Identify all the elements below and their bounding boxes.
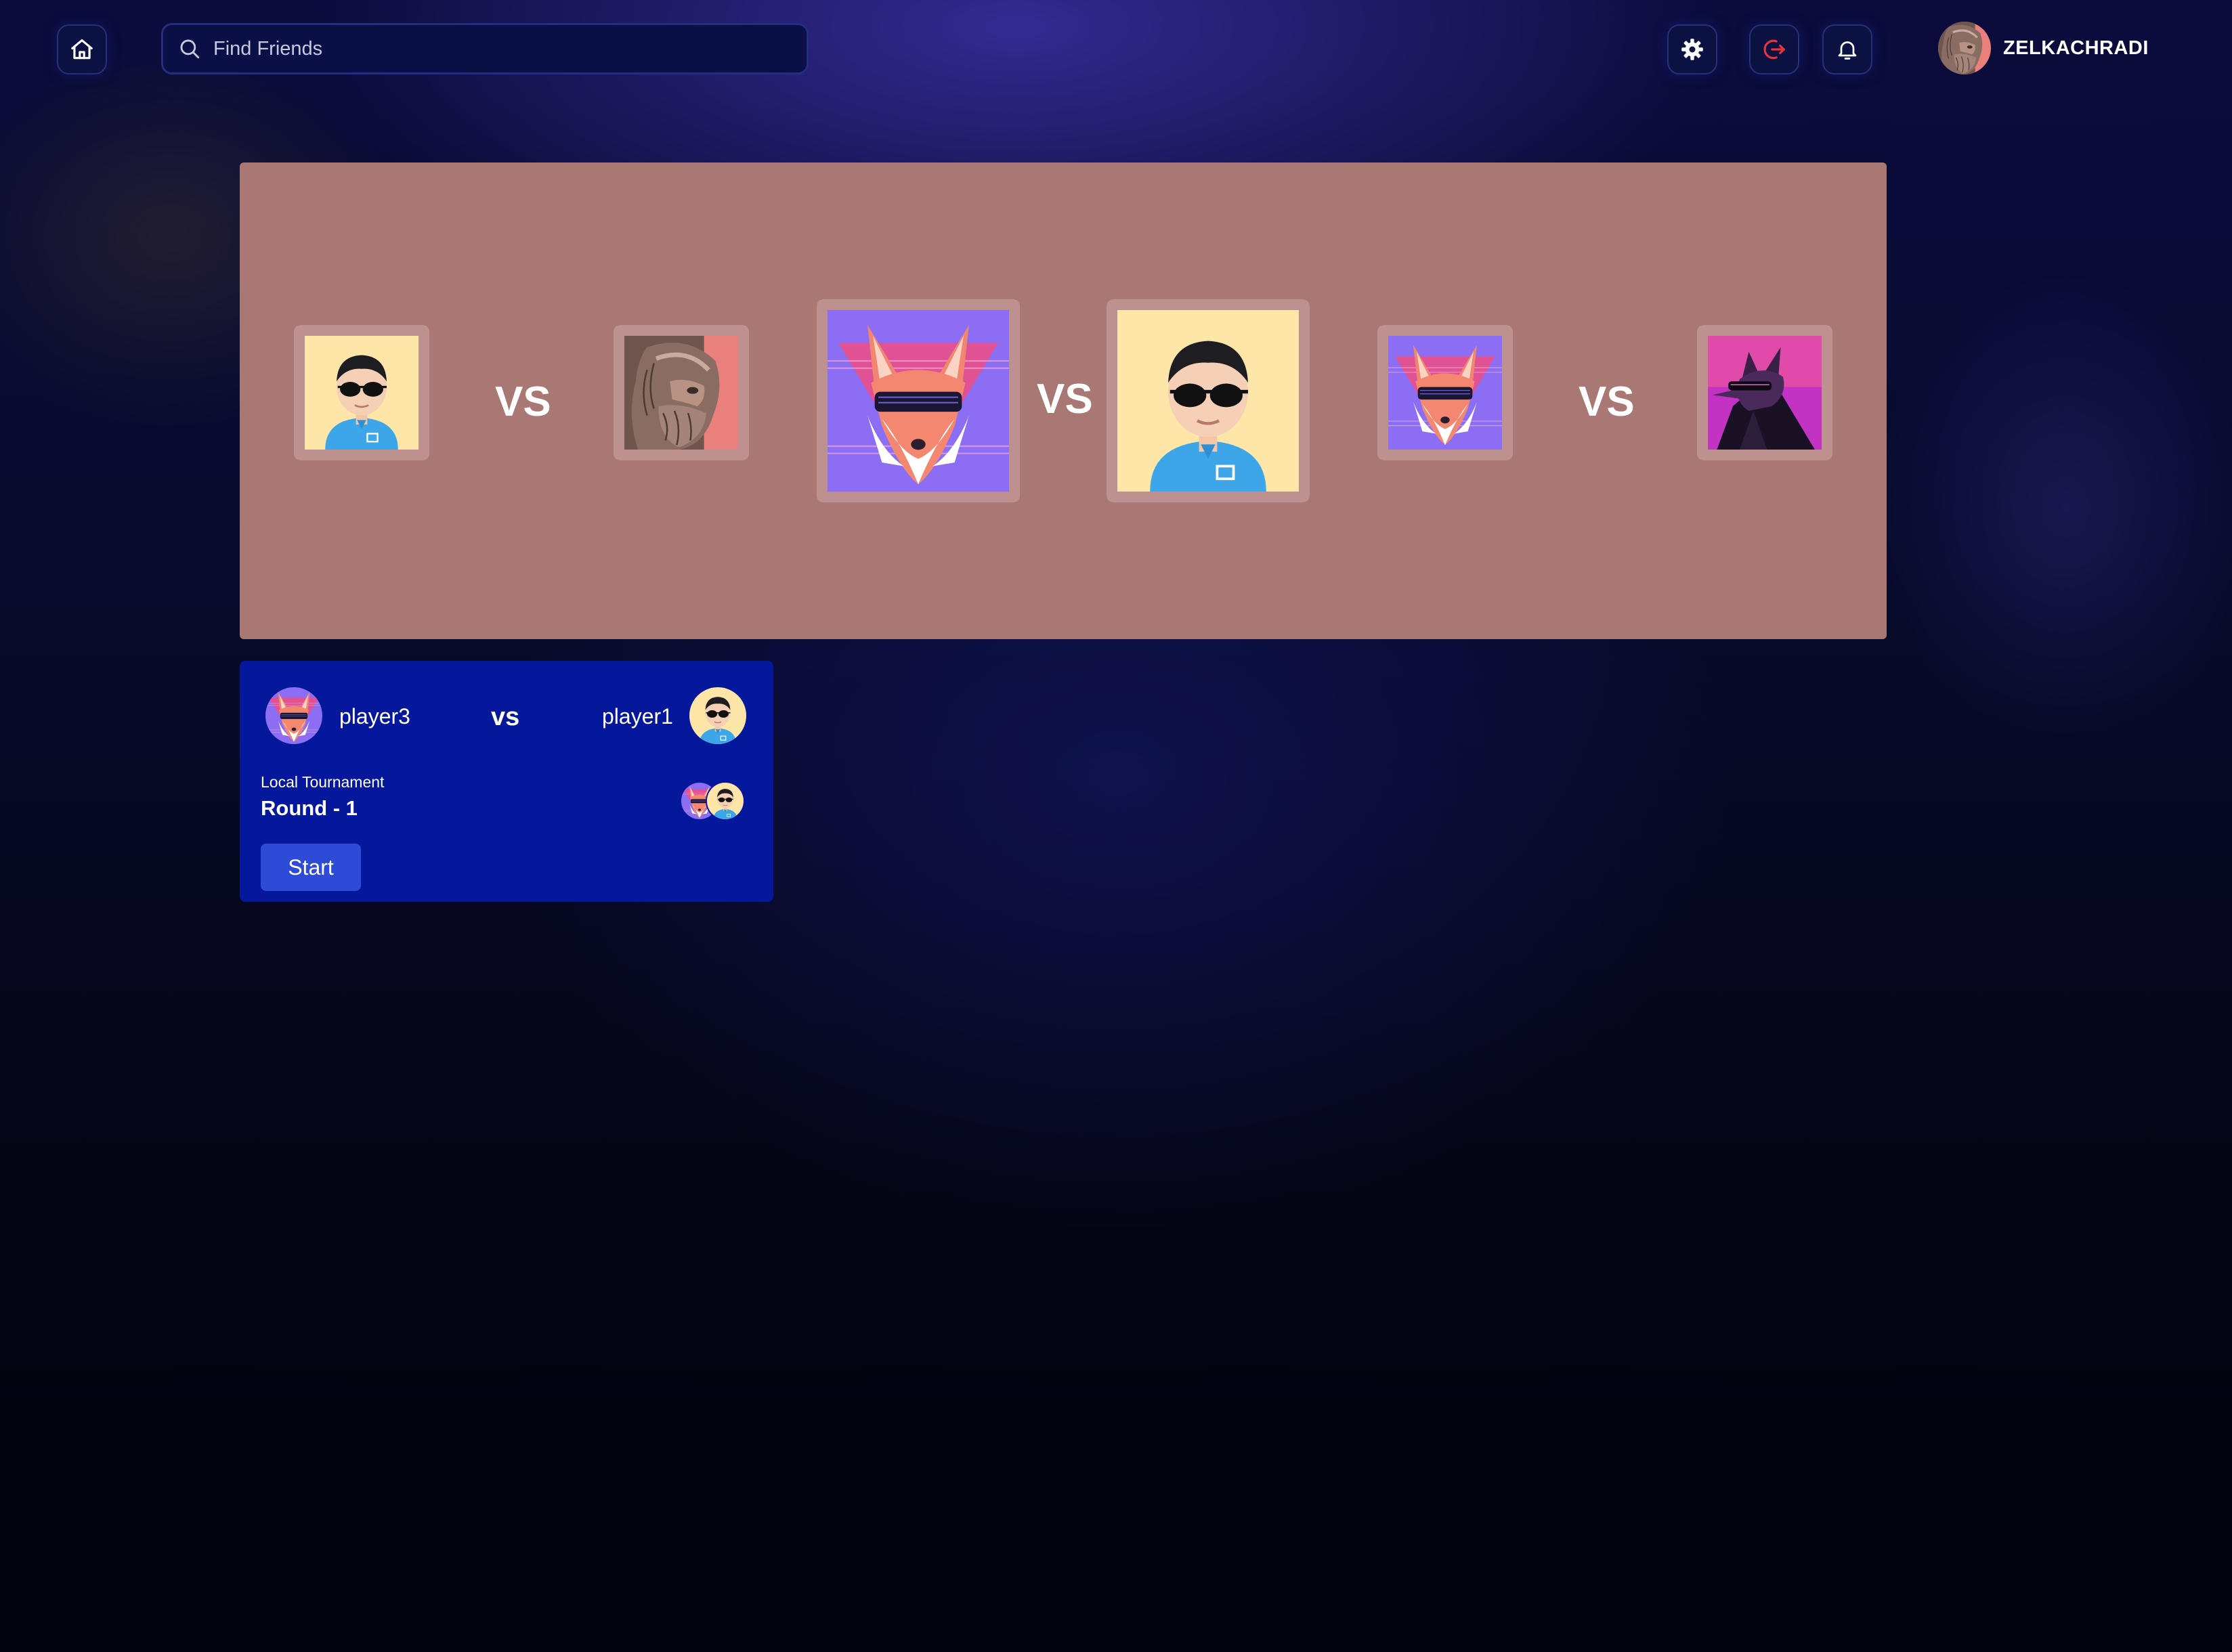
bracket-player-2-avatar xyxy=(614,325,749,460)
user-avatar[interactable] xyxy=(1938,22,1991,74)
logout-icon xyxy=(1763,39,1785,60)
player-left-name: player3 xyxy=(339,704,410,729)
bracket-player-1-avatar xyxy=(294,325,429,460)
search-icon xyxy=(180,39,200,59)
notification-bell-icon xyxy=(1838,41,1857,60)
player-right-avatar xyxy=(689,687,746,744)
start-button[interactable]: Start xyxy=(261,844,361,891)
bracket-player-3-avatar xyxy=(1377,325,1513,460)
username-label[interactable]: ZELKACHRADI xyxy=(2003,37,2149,60)
participant-avatar-2 xyxy=(706,781,745,821)
search-bar[interactable] xyxy=(161,23,809,74)
search-input[interactable] xyxy=(212,37,770,61)
player-right-name: player1 xyxy=(602,704,673,729)
vs-label-final: VS xyxy=(1037,376,1093,422)
tournament-bracket: VS VS VS xyxy=(240,162,1887,639)
home-icon xyxy=(71,39,93,60)
tournament-label: Local Tournament xyxy=(261,773,385,791)
player-left-avatar xyxy=(265,687,322,744)
match-card: player3 vs player1 Local Tournament Roun… xyxy=(240,661,773,902)
round-label: Round - 1 xyxy=(261,796,358,820)
bracket-player-4-avatar xyxy=(1697,325,1832,460)
notifications-button[interactable] xyxy=(1822,24,1872,74)
vs-label-2: VS xyxy=(1579,378,1635,425)
settings-gear-icon xyxy=(1681,39,1703,60)
settings-button[interactable] xyxy=(1667,24,1717,74)
vs-label-1: VS xyxy=(495,378,551,425)
logout-button[interactable] xyxy=(1749,24,1799,74)
match-vs-label: vs xyxy=(491,703,520,731)
home-button[interactable] xyxy=(57,24,107,74)
bracket-finalist-1-avatar xyxy=(817,299,1020,502)
participants-avatar-group xyxy=(680,780,748,821)
bracket-finalist-2-avatar xyxy=(1107,299,1310,502)
